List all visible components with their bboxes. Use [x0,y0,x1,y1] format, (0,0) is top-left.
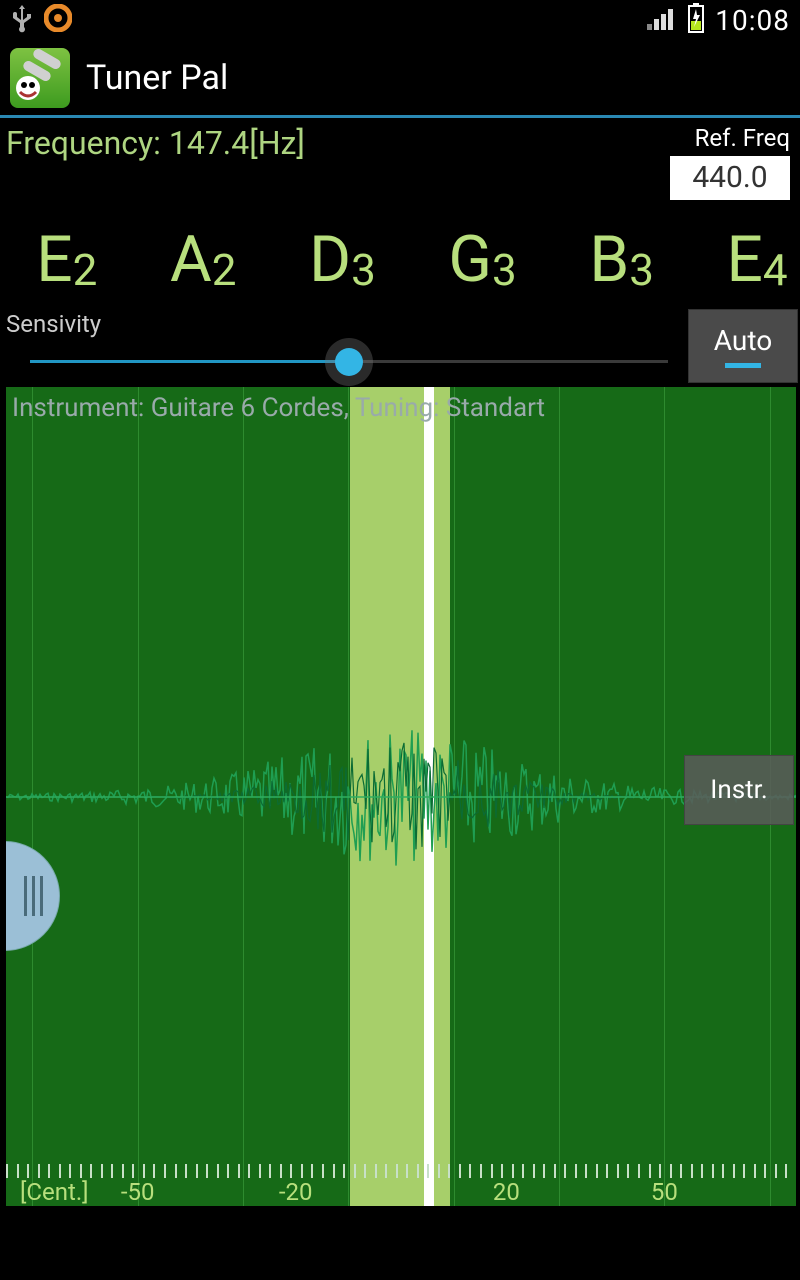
instrument-button-label: Instr. [710,775,767,805]
app-title: Tuner Pal [86,58,228,98]
signal-icon [647,6,677,34]
ref-freq-block: Ref. Freq 440.0 [670,124,790,200]
ruler-label: 50 [651,1178,678,1206]
battery-charging-icon [687,3,705,37]
app-header: Tuner Pal [0,40,800,118]
sensitivity-row: Sensivity Auto [0,305,800,387]
cent-ruler [6,1150,796,1178]
ref-freq-input[interactable]: 440.0 [670,156,790,200]
instrument-tuning-info: Instrument: Guitare 6 Cordes, Tuning: St… [12,393,545,423]
android-status-bar: 10:08 [0,0,800,40]
cent-ruler-labels: [Cent.] -50 -20 20 50 [6,1178,796,1206]
cent-unit-label: [Cent.] [20,1178,89,1206]
ref-freq-label: Ref. Freq [670,124,790,152]
note-b3[interactable]: B3 [589,222,654,297]
auto-toggle-button[interactable]: Auto [688,309,798,383]
note-e2[interactable]: E2 [36,222,97,297]
frequency-ref-row: Frequency: 147.4[Hz] Ref. Freq 440.0 [0,118,800,200]
usb-icon [10,3,34,37]
tuner-display: Instrument: Guitare 6 Cordes, Tuning: St… [6,387,796,1206]
waveform-plot [6,387,796,1206]
drawer-handle-grip-icon [24,876,43,916]
slider-thumb[interactable] [335,348,363,376]
instrument-button[interactable]: Instr. [684,755,794,825]
status-right-icons: 10:08 [647,3,790,37]
notification-app-icon [44,4,72,36]
auto-active-indicator [725,363,761,368]
status-clock: 10:08 [715,4,790,37]
slider-fill [30,360,349,363]
note-g3[interactable]: G3 [448,222,516,297]
frequency-readout: Frequency: 147.4[Hz] [6,124,305,162]
ruler-label: -50 [121,1178,155,1206]
sensitivity-label: Sensivity [4,310,688,338]
sensitivity-area: Sensivity [4,310,688,382]
ruler-label: -20 [279,1178,313,1206]
status-left-icons [10,3,72,37]
ruler-label: 20 [493,1178,520,1206]
note-e4[interactable]: E4 [727,222,788,297]
note-a2[interactable]: A2 [170,222,236,297]
sensitivity-slider[interactable] [30,342,668,382]
note-d3[interactable]: D3 [309,222,376,297]
app-icon [10,48,70,108]
auto-button-label: Auto [714,324,772,357]
note-strip[interactable]: E2 A2 D3 G3 B3 E4 [0,200,800,305]
